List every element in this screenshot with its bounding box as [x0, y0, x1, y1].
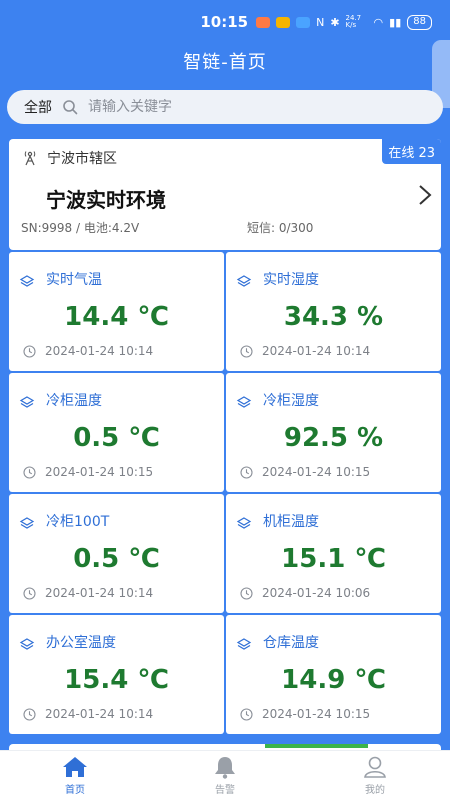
- clock-icon: [23, 344, 36, 358]
- bluetooth-icon: ✱: [330, 15, 340, 29]
- tile-value: 0.5 ℃: [73, 423, 160, 453]
- nav-home-label: 首页: [65, 785, 85, 796]
- tile-title: 冷柜温度: [46, 393, 102, 409]
- tile-timestamp: 2024-01-24 10:06: [262, 586, 371, 600]
- home-icon: [63, 757, 87, 777]
- layers-icon: [236, 638, 252, 650]
- clock-icon: [240, 344, 253, 358]
- nfc-icon: N: [316, 15, 325, 29]
- layers-icon: [236, 396, 252, 408]
- layers-icon: [19, 396, 35, 408]
- device-card[interactable]: 宁波市辖区 在线 23 宁波实时环境 SN:9998 / 电池:4.2V 短信:…: [9, 139, 441, 250]
- status-bar: 10:15 N ✱ 24.7 K/s ◠ ▮▮ 88: [0, 0, 450, 44]
- nav-alerts-label: 告警: [215, 785, 235, 796]
- device-meta: SN:9998 / 电池:4.2V: [21, 221, 140, 235]
- mail-notification-icon: [276, 16, 291, 28]
- status-time: 10:15: [200, 13, 249, 31]
- tile-title: 实时气温: [46, 272, 102, 288]
- bottom-nav: 首页 告警 我的: [0, 750, 450, 800]
- tile-value: 0.5 ℃: [73, 544, 160, 574]
- tile-timestamp: 2024-01-24 10:14: [262, 344, 371, 358]
- tile-timestamp: 2024-01-24 10:14: [45, 344, 154, 358]
- layers-icon: [19, 638, 35, 650]
- sensor-tile[interactable]: 冷柜湿度 92.5 % 2024-01-24 10:15: [226, 373, 441, 492]
- clock-icon: [23, 586, 36, 600]
- signal-icon: ▮▮: [389, 15, 402, 29]
- clock-icon: [23, 707, 36, 721]
- nav-profile[interactable]: 我的: [300, 751, 450, 800]
- region-label: 宁波市辖区: [47, 151, 117, 167]
- clock-icon: [240, 586, 253, 600]
- search-bar[interactable]: 全部: [7, 90, 443, 124]
- sensor-tile[interactable]: 实时湿度 34.3 % 2024-01-24 10:14: [226, 252, 441, 371]
- clock-icon: [240, 465, 253, 479]
- status-icons: N ✱ 24.7 K/s ◠ ▮▮ 88: [256, 14, 432, 30]
- tile-value: 15.4 ℃: [64, 665, 169, 695]
- tile-title: 办公室温度: [46, 635, 116, 651]
- tile-timestamp: 2024-01-24 10:15: [262, 465, 371, 479]
- tile-value: 92.5 %: [283, 423, 384, 453]
- net-speed: 24.7 K/s: [345, 14, 362, 29]
- search-input[interactable]: [88, 99, 388, 115]
- clock-icon: [23, 465, 36, 479]
- sms-meta: 短信: 0/300: [247, 221, 314, 235]
- nav-alerts[interactable]: 告警: [150, 751, 300, 800]
- tile-title: 冷柜100T: [46, 514, 110, 530]
- sensor-tile[interactable]: 办公室温度 15.4 ℃ 2024-01-24 10:14: [9, 615, 224, 734]
- signal-tower-icon: [24, 151, 36, 166]
- tile-timestamp: 2024-01-24 10:14: [45, 586, 154, 600]
- tile-title: 实时湿度: [263, 272, 319, 288]
- device-name: 宁波实时环境: [46, 188, 166, 212]
- page-title: 智链-首页: [183, 52, 267, 73]
- wifi-icon: ◠: [373, 15, 384, 29]
- tile-value: 14.4 ℃: [64, 302, 169, 332]
- bell-icon: [215, 757, 235, 779]
- layers-icon: [19, 517, 35, 529]
- tile-timestamp: 2024-01-24 10:14: [45, 707, 154, 721]
- next-card-accent: [265, 744, 368, 748]
- tile-value: 14.9 ℃: [281, 665, 386, 695]
- tile-title: 冷柜湿度: [263, 393, 319, 409]
- user-icon: [364, 756, 386, 778]
- sensor-tile[interactable]: 冷柜温度 0.5 ℃ 2024-01-24 10:15: [9, 373, 224, 492]
- device-region: 宁波市辖区: [23, 148, 117, 168]
- tile-timestamp: 2024-01-24 10:15: [45, 465, 154, 479]
- online-badge: 在线 23: [382, 139, 441, 164]
- search-icon: [63, 100, 78, 115]
- sensor-tile[interactable]: 仓库温度 14.9 ℃ 2024-01-24 10:15: [226, 615, 441, 734]
- layers-icon: [19, 275, 35, 287]
- tile-value: 34.3 %: [283, 302, 384, 332]
- sensor-tile[interactable]: 实时气温 14.4 ℃ 2024-01-24 10:14: [9, 252, 224, 371]
- app-notification-icon: [256, 16, 271, 28]
- nav-home[interactable]: 首页: [0, 751, 150, 800]
- chevron-right-icon[interactable]: [417, 183, 433, 207]
- sensor-tile[interactable]: 冷柜100T 0.5 ℃ 2024-01-24 10:14: [9, 494, 224, 613]
- search-scope-select[interactable]: 全部: [24, 97, 52, 117]
- clock-icon: [240, 707, 253, 721]
- tile-title: 机柜温度: [263, 514, 319, 530]
- layers-icon: [236, 517, 252, 529]
- tile-timestamp: 2024-01-24 10:15: [262, 707, 371, 721]
- tile-title: 仓库温度: [263, 635, 319, 651]
- battery-icon: 88: [407, 14, 432, 30]
- message-notification-icon: [296, 16, 311, 28]
- sensor-tile[interactable]: 机柜温度 15.1 ℃ 2024-01-24 10:06: [226, 494, 441, 613]
- layers-icon: [236, 275, 252, 287]
- tile-value: 15.1 ℃: [281, 544, 386, 574]
- nav-profile-label: 我的: [365, 785, 385, 796]
